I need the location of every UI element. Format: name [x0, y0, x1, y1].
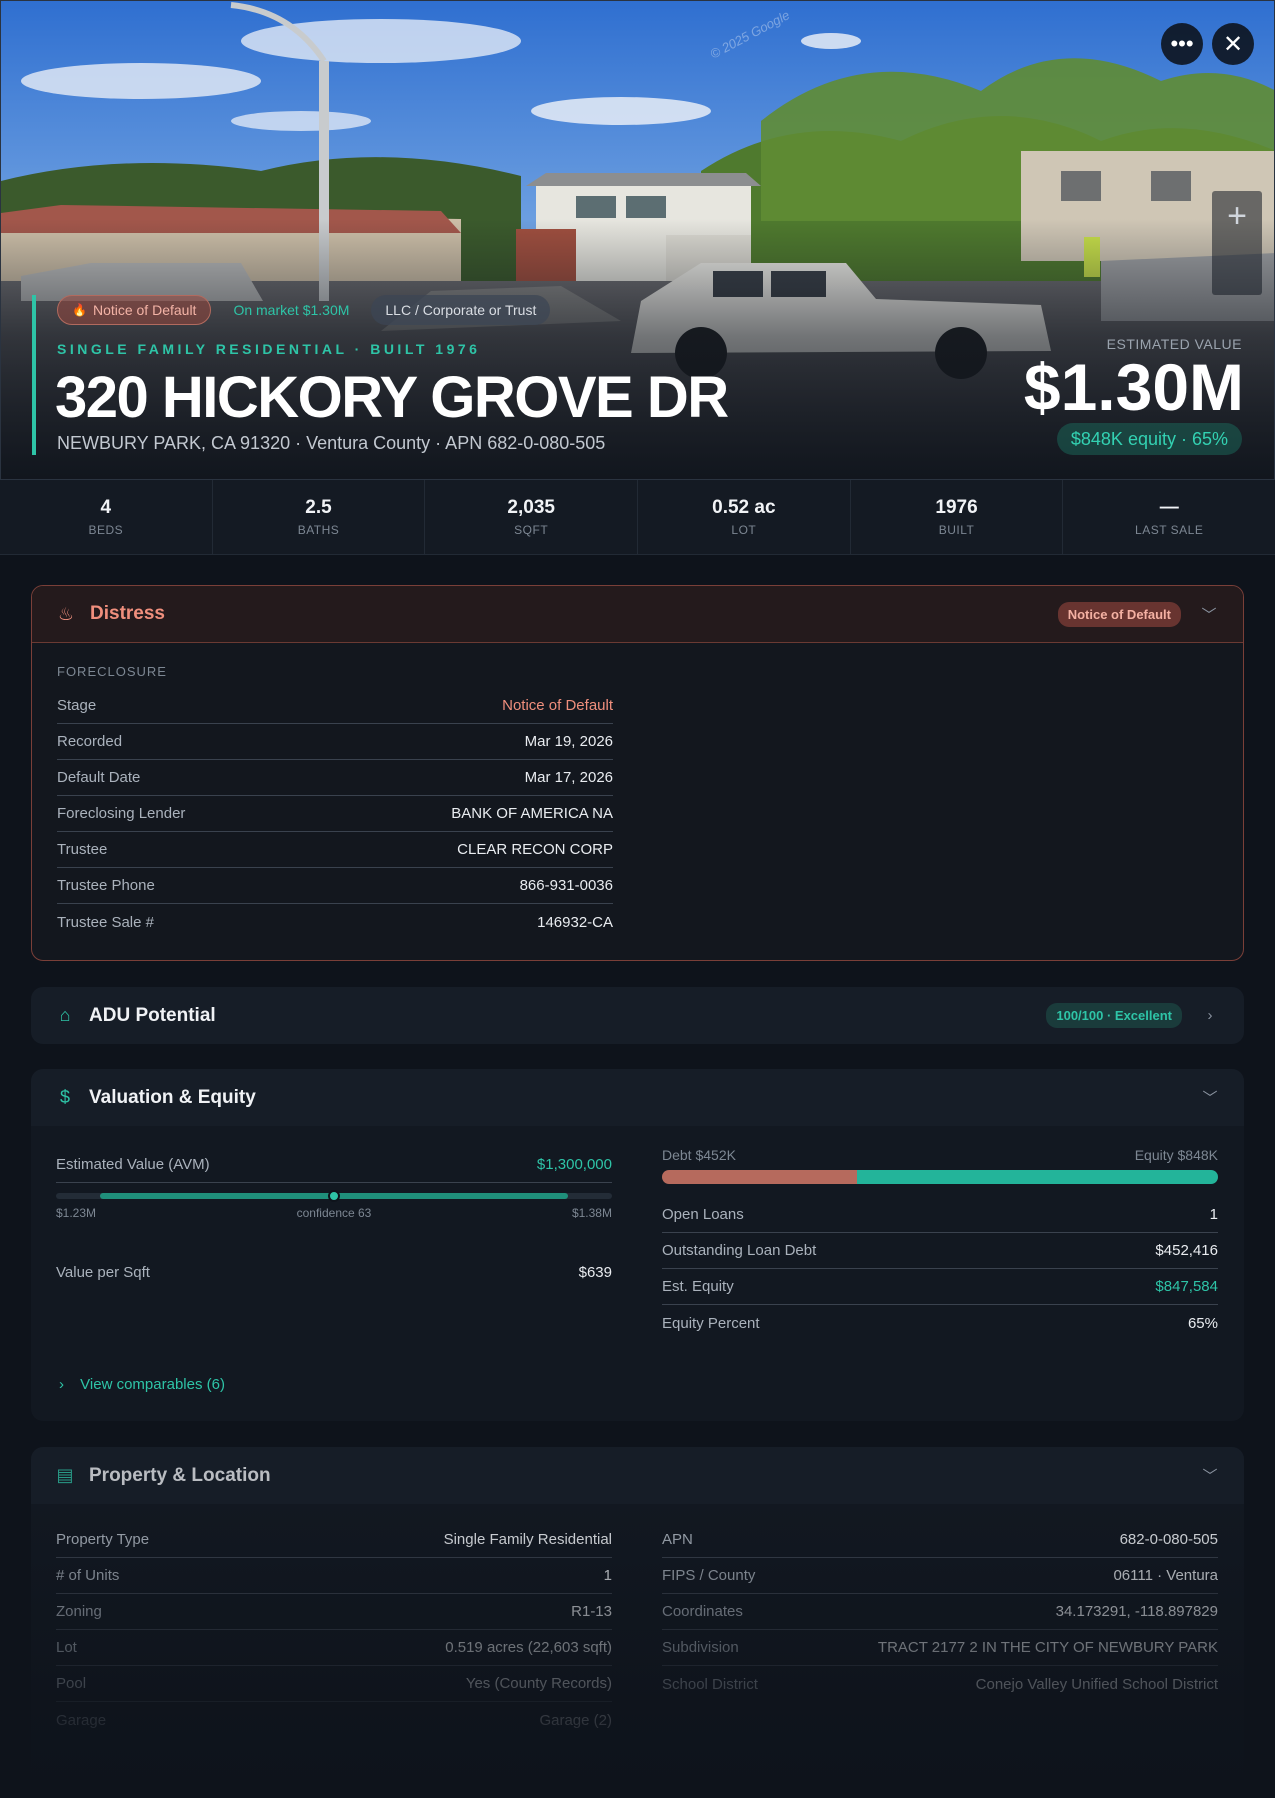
valuation-card-header[interactable]: $ Valuation & Equity ﹀ — [31, 1069, 1244, 1126]
valuation-equity-card: $ Valuation & Equity ﹀ Estimated Value (… — [31, 1069, 1244, 1421]
avm-value: $1,300,000 — [536, 1156, 612, 1173]
distress-title: Distress — [90, 603, 165, 624]
loan-details: Open Loans 1 Outstanding Loan Debt $452,41… — [662, 1197, 1218, 1341]
stat-sqft: 2,035 SQFT — [425, 480, 639, 554]
detail-row: Pool Yes (County Records) — [56, 1666, 612, 1702]
value-per-sqft-row: Value per Sqft $639 — [56, 1263, 612, 1281]
foreclosure-section-label: FORECLOSURE — [57, 664, 167, 679]
chevron-right-icon[interactable]: › — [1200, 1007, 1220, 1024]
detail-row: Zoning R1-13 — [56, 1594, 612, 1630]
more-options-button[interactable]: ••• — [1161, 23, 1203, 65]
detail-row: # of Units 1 — [56, 1558, 612, 1594]
property-location: NEWBURY PARK, CA 91320 · Ventura County … — [57, 433, 606, 453]
stat-beds: 4 BEDS — [0, 480, 213, 554]
zoom-in-button[interactable]: + — [1212, 191, 1262, 241]
dollar-icon: $ — [59, 1087, 70, 1107]
chevron-right-icon: › — [59, 1376, 64, 1393]
avm-marker — [328, 1190, 340, 1202]
estimated-value: $1.30M — [1023, 350, 1244, 424]
detail-row: Stage Notice of Default — [57, 688, 613, 724]
detail-row: FIPS / County 06111 · Ventura — [662, 1558, 1218, 1594]
debt-equity-labels: Debt $452K Equity $848K — [662, 1147, 1218, 1163]
flame-icon: 🔥 — [72, 303, 87, 317]
detail-row: Open Loans 1 — [662, 1197, 1218, 1233]
property-card-header[interactable]: ▤ Property & Location ﹀ — [31, 1447, 1244, 1504]
accent-bar — [32, 295, 36, 455]
property-title: Property & Location — [89, 1464, 271, 1486]
property-location-card: ▤ Property & Location ﹀ Property Type Sin… — [31, 1447, 1244, 1798]
detail-row: Foreclosing Lender BANK OF AMERICA NA — [57, 796, 613, 832]
property-address: 320 HICKORY GROVE DR — [55, 365, 729, 430]
detail-row: Recorded Mar 19, 2026 — [57, 724, 613, 760]
confidence-label: confidence 63 — [296, 1206, 372, 1220]
view-comparables-link[interactable]: › View comparables (6) — [59, 1376, 225, 1393]
property-details-right: APN 682-0-080-505 FIPS / County 06111 · Ve… — [662, 1522, 1218, 1702]
close-icon: ✕ — [1222, 30, 1244, 58]
property-subtitle: SINGLE FAMILY RESIDENTIAL · BUILT 1976 — [57, 341, 481, 357]
chevron-down-icon[interactable]: ﹀ — [1200, 1087, 1220, 1108]
home-icon: ⌂ — [59, 1005, 71, 1025]
avm-row: Estimated Value (AVM) $1,300,000 — [56, 1147, 612, 1183]
range-high: $1.38M — [571, 1206, 612, 1220]
detail-row: Lot 0.519 acres (22,603 sqft) — [56, 1630, 612, 1666]
property-details-left: Property Type Single Family Residential #… — [56, 1522, 612, 1738]
adu-potential-card[interactable]: ⌂ ADU Potential 100/100 · Excellent › — [31, 987, 1244, 1044]
market-chip[interactable]: On market $1.30M — [225, 295, 357, 325]
equity-pill: $848K equity · 65% — [1056, 423, 1242, 455]
stat-lot: 0.52 ac LOT — [638, 480, 851, 554]
adu-score-badge: 100/100 · Excellent — [1046, 1003, 1182, 1028]
stat-baths: 2.5 BATHS — [213, 480, 426, 554]
owner-type-chip[interactable]: LLC / Corporate or Trust — [371, 295, 551, 325]
detail-row: Property Type Single Family Residential — [56, 1522, 612, 1558]
equity-segment — [856, 1170, 1218, 1184]
debt-label: Debt $452K — [662, 1147, 736, 1163]
ellipsis-icon: ••• — [1170, 31, 1194, 56]
chevron-down-icon[interactable]: ﹀ — [1200, 1465, 1220, 1486]
stat-last-sale: — LAST SALE — [1135, 497, 1204, 537]
close-button[interactable]: ✕ — [1212, 23, 1254, 65]
valuation-title: Valuation & Equity — [89, 1086, 256, 1108]
chevron-down-icon[interactable]: ﹀ — [1199, 604, 1219, 625]
detail-row: APN 682-0-080-505 — [662, 1522, 1218, 1558]
detail-row: Trustee Phone 866-931-0036 — [57, 868, 613, 904]
status-chips: 🔥 Notice of Default On market $1.30M LLC… — [57, 295, 551, 325]
distress-card: ♨ Distress Notice of Default ﹀ FORECLOSU… — [31, 585, 1244, 961]
value-range-track — [56, 1190, 612, 1202]
building-icon: ▤ — [56, 1465, 74, 1485]
distress-badge: Notice of Default — [1057, 601, 1181, 627]
distress-chip[interactable]: 🔥 Notice of Default — [57, 295, 212, 325]
detail-row: Outstanding Loan Debt $452,416 — [662, 1233, 1218, 1269]
property-stats-bar: 4 BEDS 2.5 BATHS 2,035 SQFT 0.52 ac LOT … — [0, 480, 1275, 555]
range-low: $1.23M — [56, 1206, 97, 1220]
detail-row: Equity Percent 65% — [662, 1314, 1218, 1332]
detail-row: Trustee Sale #146932-CA — [57, 913, 613, 931]
detail-row: Est. Equity $847,584 — [662, 1269, 1218, 1305]
debt-segment — [662, 1170, 857, 1184]
detail-row: Default Date Mar 17, 2026 — [57, 760, 613, 796]
detail-row: Garage Garage (2) — [56, 1711, 612, 1729]
stat-built: 1976 BUILT — [851, 480, 1064, 554]
equity-label: Equity $848K — [1134, 1147, 1218, 1163]
debt-equity-bar — [662, 1170, 1218, 1184]
detail-row: Trustee CLEAR RECON CORP — [57, 832, 613, 868]
adu-title: ADU Potential — [89, 1004, 216, 1026]
hero-photo: © 2025 Google ••• ✕ + 🔥 Notice of Defaul… — [0, 0, 1275, 480]
flame-icon: ♨ — [57, 603, 75, 624]
detail-row: School District Conejo Valley Unified Sch… — [662, 1675, 1218, 1693]
detail-row: Coordinates 34.173291, -118.897829 — [662, 1594, 1218, 1630]
value-range-labels: $1.23M confidence 63 $1.38M — [56, 1206, 612, 1220]
foreclosure-details: Stage Notice of Default Recorded Mar 19, 2… — [57, 688, 613, 940]
plus-icon: + — [1227, 196, 1247, 235]
adu-card-header[interactable]: ⌂ ADU Potential 100/100 · Excellent › — [31, 987, 1244, 1044]
distress-card-header[interactable]: ♨ Distress Notice of Default ﹀ — [32, 586, 1243, 643]
detail-row: Subdivision TRACT 2177 2 IN THE CITY OF N… — [662, 1630, 1218, 1666]
